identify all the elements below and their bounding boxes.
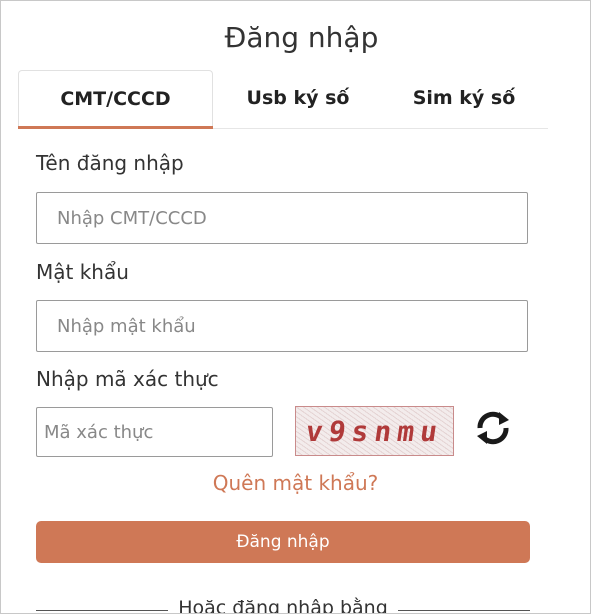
- refresh-icon[interactable]: [473, 408, 513, 448]
- password-input[interactable]: [36, 300, 528, 352]
- page-title: Đăng nhập: [224, 21, 379, 54]
- login-panel: Đăng nhập CMT/CCCD Usb ký số Sim ký số T…: [0, 0, 591, 614]
- password-label: Mật khẩu: [36, 260, 129, 284]
- captcha-label: Nhập mã xác thực: [36, 367, 219, 391]
- tab-usb-ky-so[interactable]: Usb ký số: [214, 70, 382, 126]
- alt-login-label: Hoặc đăng nhập bằng: [168, 597, 398, 613]
- captcha-image: v9snmu: [295, 406, 454, 456]
- login-button[interactable]: Đăng nhập: [36, 521, 530, 563]
- username-input[interactable]: [36, 192, 528, 244]
- forgot-password-link[interactable]: Quên mật khẩu?: [1, 471, 590, 495]
- captcha-input[interactable]: [36, 407, 273, 457]
- alt-login-text: Hoặc đăng nhập bằng: [1, 597, 565, 613]
- login-tabs: CMT/CCCD Usb ký số Sim ký số: [18, 70, 548, 129]
- tab-cmt-cccd[interactable]: CMT/CCCD: [18, 70, 213, 129]
- tab-sim-ky-so[interactable]: Sim ký số: [380, 70, 548, 126]
- username-label: Tên đăng nhập: [36, 151, 184, 175]
- captcha-text: v9snmu: [303, 414, 446, 448]
